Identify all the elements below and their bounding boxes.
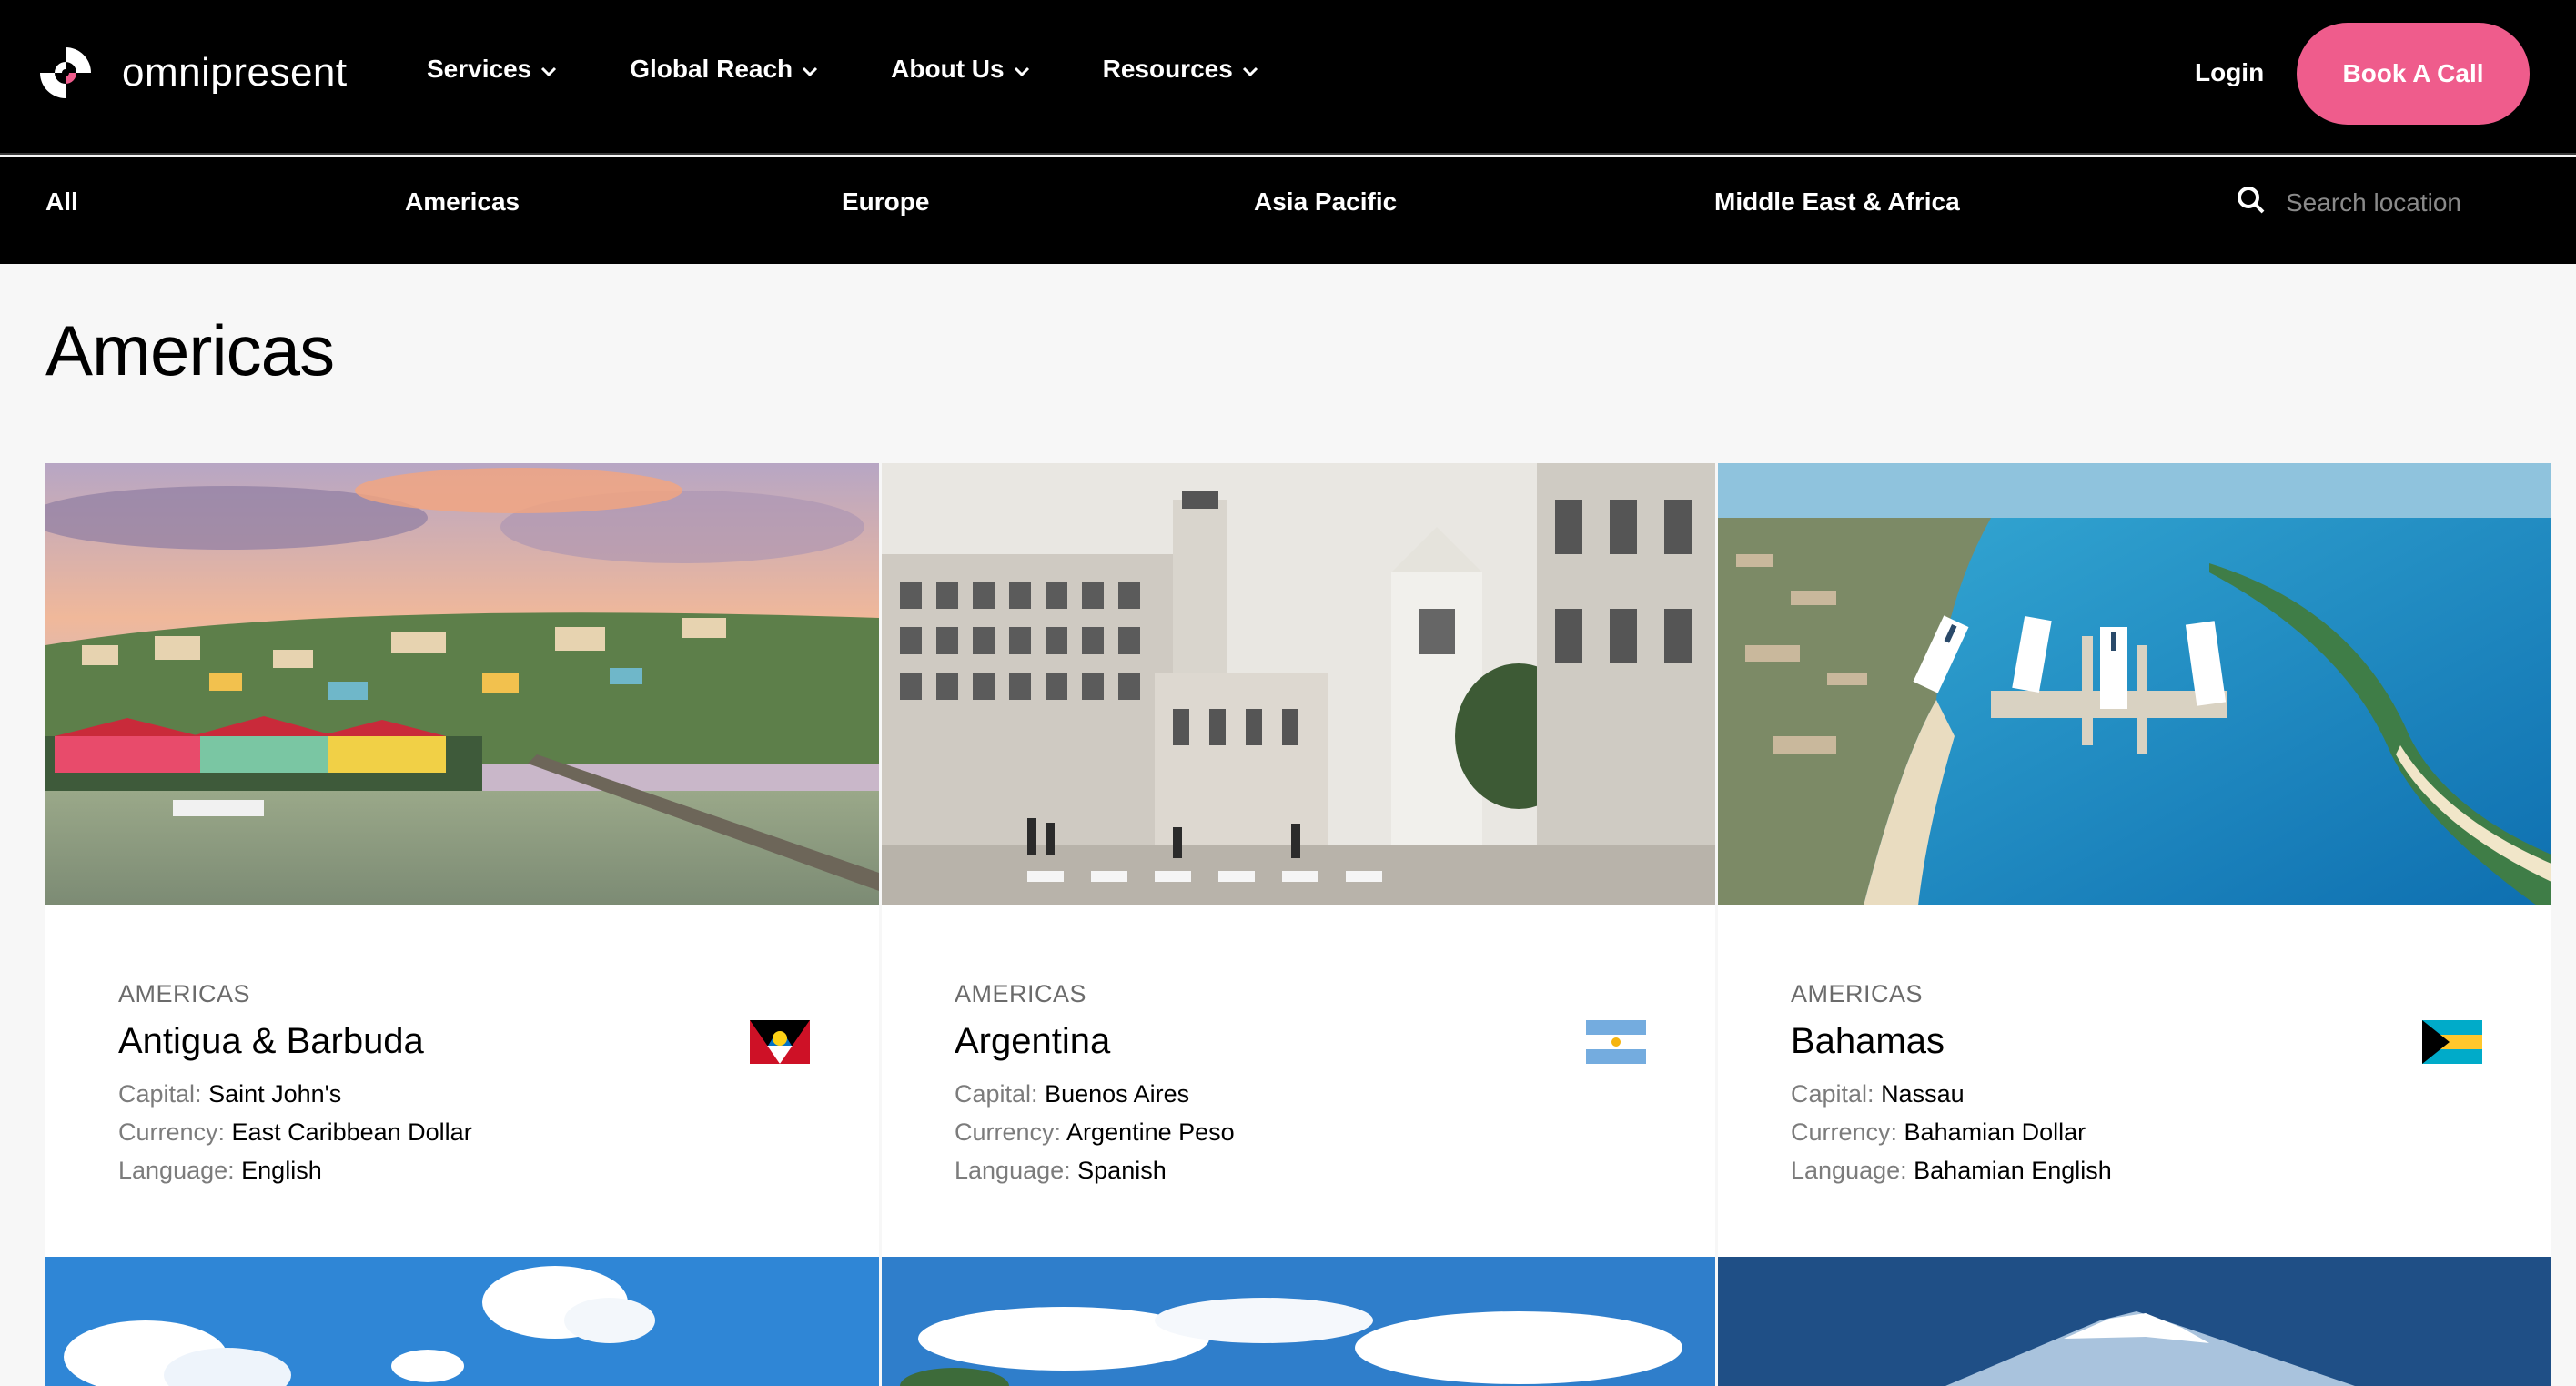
card-language: Language: Spanish bbox=[955, 1151, 1715, 1189]
currency-value: Bahamian Dollar bbox=[1904, 1118, 2086, 1146]
country-card-bahamas[interactable]: AMERICAS Bahamas Capital: Nassau Currenc… bbox=[1718, 463, 2551, 1257]
search-location-input[interactable] bbox=[2286, 187, 2504, 218]
currency-label: Currency: bbox=[1791, 1118, 1898, 1146]
page-title: Americas bbox=[45, 310, 335, 390]
country-photo-partial[interactable] bbox=[45, 1257, 879, 1386]
region-tab-all[interactable]: All bbox=[45, 187, 78, 217]
currency-label: Currency: bbox=[118, 1118, 226, 1146]
language-value: Bahamian English bbox=[1914, 1157, 2112, 1184]
country-photo bbox=[45, 463, 879, 905]
country-photo-partial[interactable] bbox=[882, 1257, 1715, 1386]
country-photo bbox=[1718, 463, 2551, 905]
capital-value: Buenos Aires bbox=[1045, 1080, 1190, 1108]
country-photo-partial[interactable] bbox=[1718, 1257, 2551, 1386]
search-icon[interactable] bbox=[2237, 186, 2266, 219]
nav-label: Global Reach bbox=[630, 55, 793, 83]
country-photo bbox=[882, 463, 1715, 905]
brand-logo[interactable]: omnipresent bbox=[36, 44, 348, 102]
currency-label: Currency: bbox=[955, 1118, 1062, 1146]
language-label: Language: bbox=[955, 1157, 1071, 1184]
omnipresent-logo-icon bbox=[36, 44, 95, 102]
capital-label: Capital: bbox=[118, 1080, 202, 1108]
card-currency: Currency: Argentine Peso bbox=[955, 1113, 1715, 1151]
region-tab-asia-pacific[interactable]: Asia Pacific bbox=[1254, 187, 1397, 217]
chevron-down-icon bbox=[540, 55, 557, 84]
card-region: AMERICAS bbox=[1791, 980, 1924, 1007]
top-navigation: omnipresent Services Global Reach About … bbox=[0, 0, 2576, 155]
country-card-antigua[interactable]: AMERICAS Antigua & Barbuda Capital: Sain… bbox=[45, 463, 879, 1257]
chevron-down-icon bbox=[1242, 55, 1258, 84]
book-a-call-button[interactable]: Book A Call bbox=[2297, 23, 2530, 125]
brand-name: omnipresent bbox=[122, 50, 348, 95]
argentina-flag-icon bbox=[1586, 1020, 1646, 1064]
currency-value: East Caribbean Dollar bbox=[231, 1118, 472, 1146]
language-label: Language: bbox=[1791, 1157, 1907, 1184]
country-info: AMERICAS Bahamas Capital: Nassau Currenc… bbox=[1718, 905, 2551, 1257]
capital-value: Nassau bbox=[1881, 1080, 1965, 1108]
country-info: AMERICAS Argentina Capital: Buenos Aires… bbox=[882, 905, 1715, 1257]
nav-label: Resources bbox=[1102, 55, 1233, 83]
nav-global-reach[interactable]: Global Reach bbox=[630, 55, 818, 84]
capital-label: Capital: bbox=[1791, 1080, 1874, 1108]
region-tab-europe[interactable]: Europe bbox=[842, 187, 929, 217]
card-capital: Capital: Nassau bbox=[1791, 1075, 2551, 1113]
language-value: English bbox=[241, 1157, 322, 1184]
nav-resources[interactable]: Resources bbox=[1103, 55, 1258, 84]
nav-about-us[interactable]: About Us bbox=[891, 55, 1029, 84]
region-tab-middle-east-africa[interactable]: Middle East & Africa bbox=[1714, 187, 1960, 217]
card-currency: Currency: East Caribbean Dollar bbox=[118, 1113, 879, 1151]
bahamas-flag-icon bbox=[2422, 1020, 2482, 1064]
card-language: Language: Bahamian English bbox=[1791, 1151, 2551, 1189]
nav-services[interactable]: Services bbox=[427, 55, 557, 84]
capital-value: Saint John's bbox=[208, 1080, 342, 1108]
language-label: Language: bbox=[118, 1157, 235, 1184]
card-region: AMERICAS bbox=[955, 980, 1087, 1007]
nav-label: Services bbox=[427, 55, 532, 83]
currency-value: Argentine Peso bbox=[1066, 1118, 1235, 1146]
country-card-argentina[interactable]: AMERICAS Argentina Capital: Buenos Aires… bbox=[882, 463, 1715, 1257]
card-capital: Capital: Buenos Aires bbox=[955, 1075, 1715, 1113]
card-currency: Currency: Bahamian Dollar bbox=[1791, 1113, 2551, 1151]
region-filter-bar: All Americas Europe Asia Pacific Middle … bbox=[0, 157, 2576, 264]
chevron-down-icon bbox=[802, 55, 818, 84]
card-region: AMERICAS bbox=[118, 980, 251, 1007]
login-link[interactable]: Login bbox=[2195, 58, 2264, 87]
main-menu: Services Global Reach About Us Resources bbox=[427, 55, 1331, 84]
region-tab-americas[interactable]: Americas bbox=[405, 187, 520, 217]
location-search bbox=[2237, 186, 2504, 219]
capital-label: Capital: bbox=[955, 1080, 1038, 1108]
antigua-flag-icon bbox=[750, 1020, 810, 1064]
country-info: AMERICAS Antigua & Barbuda Capital: Sain… bbox=[45, 905, 879, 1257]
chevron-down-icon bbox=[1014, 55, 1030, 84]
card-capital: Capital: Saint John's bbox=[118, 1075, 879, 1113]
card-language: Language: English bbox=[118, 1151, 879, 1189]
nav-label: About Us bbox=[891, 55, 1005, 83]
language-value: Spanish bbox=[1077, 1157, 1167, 1184]
